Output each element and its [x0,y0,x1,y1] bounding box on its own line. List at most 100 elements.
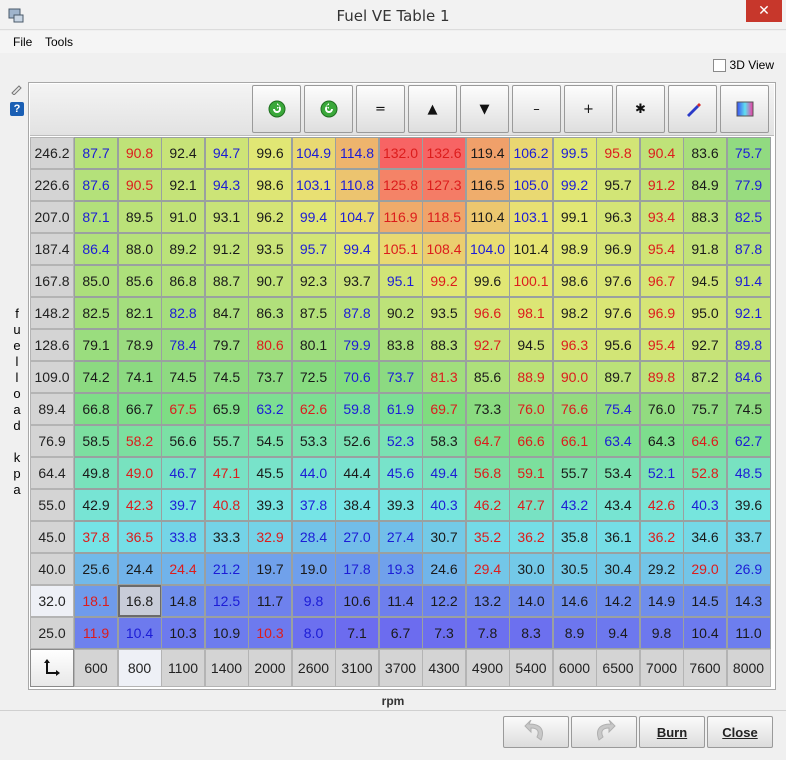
ve-cell[interactable]: 25.6 [74,553,118,585]
ve-cell[interactable]: 66.8 [74,393,118,425]
ve-cell[interactable]: 8.3 [509,617,553,649]
window-close-button[interactable]: ✕ [746,0,782,22]
load-axis-label[interactable]: 45.0 [30,521,74,553]
load-axis-label[interactable]: 76.9 [30,425,74,457]
ve-cell[interactable]: 104.0 [465,233,510,265]
ve-cell[interactable]: 88.7 [204,265,249,297]
ve-cell[interactable]: 89.2 [161,233,205,265]
ve-cell[interactable]: 127.3 [422,169,466,201]
ve-cell[interactable]: 24.4 [161,553,205,585]
ve-cell[interactable]: 43.2 [552,489,597,521]
ve-cell[interactable]: 104.9 [291,137,336,169]
ve-cell[interactable]: 84.9 [683,169,727,201]
ve-cell[interactable]: 26.9 [726,553,771,585]
ve-cell[interactable]: 46.7 [161,457,205,489]
ve-cell[interactable]: 80.1 [291,329,336,361]
ve-cell[interactable]: 74.5 [726,393,771,425]
rpm-axis-label[interactable]: 4300 [422,649,466,687]
ve-cell[interactable]: 33.3 [204,521,249,553]
ve-cell[interactable]: 42.6 [639,489,684,521]
ve-cell[interactable]: 7.8 [465,617,510,649]
ve-cell[interactable]: 94.3 [204,169,249,201]
interpolate-pencil-button[interactable] [668,85,717,133]
ve-cell[interactable]: 89.8 [639,361,684,393]
ve-cell[interactable]: 53.4 [596,457,640,489]
rpm-axis-label[interactable]: 7600 [683,649,727,687]
ve-cell[interactable]: 49.0 [117,457,162,489]
ve-cell[interactable]: 8.9 [552,617,597,649]
ve-cell[interactable]: 106.2 [509,137,553,169]
ve-cell[interactable]: 7.1 [335,617,379,649]
ve-cell[interactable]: 59.1 [509,457,553,489]
ve-cell[interactable]: 87.6 [74,169,118,201]
ve-cell[interactable]: 82.5 [726,201,771,233]
load-axis-label[interactable]: 64.4 [30,457,74,489]
ve-cell[interactable]: 52.1 [639,457,684,489]
ve-cell[interactable]: 36.2 [509,521,553,553]
ve-cell[interactable]: 108.4 [422,233,466,265]
ve-cell[interactable]: 39.7 [161,489,205,521]
ve-cell[interactable]: 64.7 [465,425,510,457]
ve-cell[interactable]: 86.4 [74,233,118,265]
ve-cell[interactable]: 32.9 [248,521,292,553]
ve-cell[interactable]: 48.5 [726,457,771,489]
ve-cell[interactable]: 36.2 [639,521,684,553]
ve-cell[interactable]: 96.9 [596,233,640,265]
ve-cell[interactable]: 87.5 [291,297,336,329]
ve-cell[interactable]: 79.7 [204,329,249,361]
ve-cell[interactable]: 95.4 [639,329,684,361]
rpm-axis-label[interactable]: 5400 [509,649,553,687]
ve-cell[interactable]: 88.0 [117,233,162,265]
ve-cell[interactable]: 99.1 [552,201,597,233]
ve-cell[interactable]: 86.8 [161,265,205,297]
menu-file[interactable]: File [13,35,32,49]
ve-cell[interactable]: 105.1 [378,233,423,265]
load-axis-label[interactable]: 246.2 [30,137,74,169]
ve-cell[interactable]: 99.2 [422,265,466,297]
ve-cell[interactable]: 96.2 [248,201,292,233]
ve-cell[interactable]: 78.4 [161,329,205,361]
ve-cell[interactable]: 24.4 [117,553,162,585]
ve-cell[interactable]: 11.4 [378,585,423,617]
ve-cell[interactable]: 69.7 [422,393,466,425]
ve-cell[interactable]: 14.9 [639,585,684,617]
ve-cell[interactable]: 97.6 [596,265,640,297]
ve-cell[interactable]: 99.6 [465,265,510,297]
rpm-axis-label[interactable]: 800 [117,649,162,687]
ve-cell[interactable]: 27.4 [378,521,423,553]
ve-cell[interactable]: 61.9 [378,393,423,425]
burn-button[interactable]: Burn [639,716,705,748]
ve-cell[interactable]: 73.3 [465,393,510,425]
ve-cell[interactable]: 39.3 [248,489,292,521]
ve-cell[interactable]: 119.4 [465,137,510,169]
ve-cell[interactable]: 55.7 [552,457,597,489]
ve-cell[interactable]: 74.2 [74,361,118,393]
rpm-axis-label[interactable]: 6500 [596,649,640,687]
ve-cell[interactable]: 55.7 [204,425,249,457]
color-scale-button[interactable] [720,85,769,133]
ve-cell[interactable]: 82.1 [117,297,162,329]
ve-cell[interactable]: 94.5 [509,329,553,361]
ve-cell[interactable]: 10.9 [204,617,249,649]
ve-cell[interactable]: 7.3 [422,617,466,649]
ve-cell[interactable]: 105.0 [509,169,553,201]
ve-cell[interactable]: 37.8 [291,489,336,521]
ve-cell[interactable]: 37.8 [74,521,118,553]
ve-cell[interactable]: 34.6 [683,521,727,553]
ve-cell[interactable]: 92.7 [465,329,510,361]
ve-cell[interactable]: 76.0 [639,393,684,425]
ve-cell[interactable]: 40.3 [683,489,727,521]
ve-cell[interactable]: 79.1 [74,329,118,361]
ve-cell[interactable]: 42.3 [117,489,162,521]
ve-cell[interactable]: 49.8 [74,457,118,489]
ve-cell[interactable]: 17.8 [335,553,379,585]
ve-cell[interactable]: 10.3 [248,617,292,649]
load-axis-label[interactable]: 207.0 [30,201,74,233]
ve-cell[interactable]: 89.7 [596,361,640,393]
ve-cell[interactable]: 30.0 [509,553,553,585]
subtract-button[interactable]: – [512,85,561,133]
ve-cell[interactable]: 6.7 [378,617,423,649]
ve-cell[interactable]: 87.1 [74,201,118,233]
ve-cell[interactable]: 77.9 [726,169,771,201]
ve-cell[interactable]: 30.5 [552,553,597,585]
